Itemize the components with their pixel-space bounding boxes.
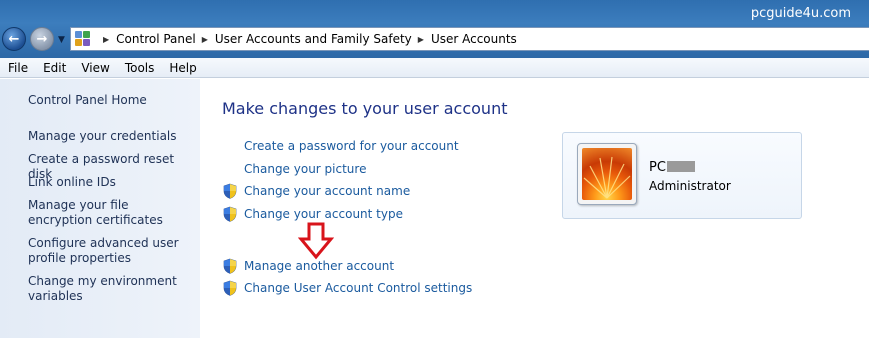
account-card: PC Administrator bbox=[562, 132, 802, 219]
task-manage-another-account[interactable]: Manage another account bbox=[222, 258, 394, 274]
back-button[interactable]: ← bbox=[2, 27, 26, 51]
task-label[interactable]: Create a password for your account bbox=[244, 139, 459, 153]
redacted-name-block bbox=[666, 161, 695, 172]
sidebar-item-environment-variables[interactable]: Change my environment variables bbox=[28, 274, 193, 304]
forward-arrow-icon: → bbox=[36, 31, 48, 47]
breadcrumb-control-panel[interactable]: Control Panel bbox=[116, 32, 196, 46]
control-panel-icon bbox=[75, 31, 91, 47]
task-label[interactable]: Change your account type bbox=[244, 207, 403, 221]
sidebar-item-advanced-profile-properties[interactable]: Configure advanced user profile properti… bbox=[28, 236, 193, 266]
forward-button[interactable]: → bbox=[30, 27, 54, 51]
menu-edit[interactable]: Edit bbox=[35, 61, 73, 75]
task-create-password[interactable]: Create a password for your account bbox=[222, 139, 459, 153]
menu-file[interactable]: File bbox=[0, 61, 35, 75]
sidebar-item-control-panel-home[interactable]: Control Panel Home bbox=[28, 93, 193, 108]
menu-view[interactable]: View bbox=[73, 61, 116, 75]
uac-shield-icon bbox=[223, 183, 237, 199]
uac-shield-icon bbox=[223, 280, 237, 296]
task-label[interactable]: Manage another account bbox=[244, 259, 394, 273]
task-label[interactable]: Change your account name bbox=[244, 184, 410, 198]
back-arrow-icon: ← bbox=[8, 31, 20, 47]
avatar bbox=[577, 143, 637, 205]
breadcrumb-user-accounts[interactable]: User Accounts bbox=[431, 32, 517, 46]
breadcrumb-separator-icon[interactable]: ▶ bbox=[202, 35, 208, 44]
breadcrumb-separator-icon[interactable]: ▶ bbox=[103, 35, 109, 44]
page-title: Make changes to your user account bbox=[222, 99, 508, 118]
flower-avatar-icon bbox=[582, 148, 632, 200]
account-name: PC bbox=[649, 160, 695, 175]
down-arrow-icon bbox=[298, 222, 334, 260]
recent-pages-dropdown[interactable]: ▼ bbox=[58, 35, 65, 45]
flower-petals-icon bbox=[583, 156, 631, 199]
task-change-account-name[interactable]: Change your account name bbox=[222, 183, 410, 199]
menu-bar: File Edit View Tools Help bbox=[0, 58, 869, 78]
sidebar-item-manage-credentials[interactable]: Manage your credentials bbox=[28, 129, 193, 144]
task-change-picture[interactable]: Change your picture bbox=[222, 162, 366, 176]
uac-shield-icon bbox=[223, 206, 237, 222]
menu-tools[interactable]: Tools bbox=[117, 61, 162, 75]
sidebar-item-file-encryption-certificates[interactable]: Manage your file encryption certificates bbox=[28, 198, 193, 228]
menu-help[interactable]: Help bbox=[161, 61, 203, 75]
account-name-text: PC bbox=[649, 160, 666, 175]
breadcrumb-separator-icon[interactable]: ▶ bbox=[418, 35, 424, 44]
task-label[interactable]: Change your picture bbox=[244, 162, 366, 176]
breadcrumb-user-accounts-family-safety[interactable]: User Accounts and Family Safety bbox=[215, 32, 412, 46]
watermark: pcguide4u.com bbox=[750, 6, 851, 21]
task-change-account-type[interactable]: Change your account type bbox=[222, 206, 403, 222]
sidebar-item-link-online-ids[interactable]: Link online IDs bbox=[28, 175, 193, 190]
task-label[interactable]: Change User Account Control settings bbox=[244, 281, 472, 295]
address-bar[interactable]: ▶ Control Panel ▶ User Accounts and Fami… bbox=[70, 27, 869, 51]
title-bar: pcguide4u.com ← → ▼ ▶ Control Panel ▶ Us… bbox=[0, 0, 869, 58]
account-type: Administrator bbox=[649, 179, 731, 193]
task-change-uac-settings[interactable]: Change User Account Control settings bbox=[222, 280, 472, 296]
uac-shield-icon bbox=[223, 258, 237, 274]
